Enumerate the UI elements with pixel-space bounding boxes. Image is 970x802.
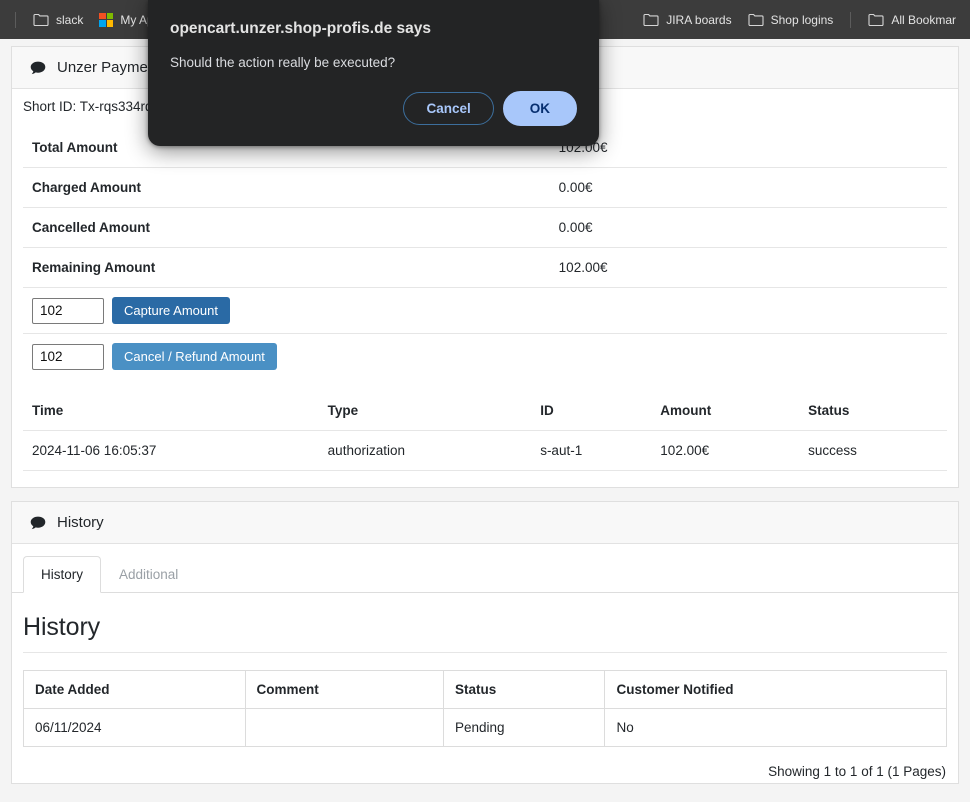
bookmarks-divider: [850, 11, 852, 28]
column-header-status: Status: [442, 670, 606, 709]
column-header-time: Time: [23, 393, 319, 431]
dialog-message: Should the action really be executed?: [170, 54, 396, 70]
amount-label: Remaining Amount: [23, 247, 550, 287]
pagination-summary: Showing 1 to 1 of 1 (1 Pages): [768, 764, 946, 779]
bookmarks-divider: [15, 11, 16, 28]
table-row: Cancelled Amount 0.00€: [23, 207, 947, 248]
column-header-amount: Amount: [651, 393, 800, 431]
page-content: Unzer Payment Short ID: Tx-rqs334rd Tota…: [0, 39, 970, 802]
bookmark-label: All Bookmar: [891, 12, 956, 27]
comment-bubble-icon: [30, 516, 46, 529]
cell-comment: [244, 708, 444, 747]
amount-value: 0.00€: [549, 167, 947, 208]
dialog-buttons: Cancel OK: [403, 90, 577, 126]
capture-amount-button[interactable]: Capture Amount: [112, 297, 230, 324]
amount-value: 102.00€: [549, 247, 947, 287]
javascript-confirm-dialog: opencart.unzer.shop-profis.de says Shoul…: [148, 0, 599, 146]
transactions-table: Time Type ID Amount Status 2024-11-06 16…: [23, 393, 947, 471]
column-header-customer-notified: Customer Notified: [604, 670, 947, 709]
bookmark-label: Shop logins: [770, 12, 834, 27]
cell-date-added: 06/11/2024: [23, 708, 246, 747]
table-header-row: Date Added Comment Status Customer Notif…: [23, 670, 947, 709]
table-header-row: Time Type ID Amount Status: [23, 393, 947, 431]
table-row: 2024-11-06 16:05:37 authorization s-aut-…: [23, 430, 947, 471]
bookmark-label: JIRA boards: [666, 12, 732, 27]
amount-value: 0.00€: [549, 207, 947, 248]
bookmark-slack[interactable]: slack: [25, 9, 91, 31]
panel-title: Unzer Payment: [57, 59, 161, 76]
capture-amount-input[interactable]: [32, 297, 104, 324]
amounts-table: Total Amount 102.00€ Charged Amount 0.00…: [23, 128, 947, 287]
folder-icon: [643, 13, 659, 26]
history-tabs: History Additional: [12, 544, 958, 593]
amount-value: 102.00€: [558, 140, 608, 155]
bookmark-label: slack: [56, 12, 84, 27]
dialog-title: opencart.unzer.shop-profis.de says: [170, 20, 431, 37]
unzer-payment-panel-body: Total Amount 102.00€ Charged Amount 0.00…: [12, 128, 958, 487]
table-row: Charged Amount 0.00€: [23, 167, 947, 208]
column-header-type: Type: [318, 393, 532, 431]
folder-icon: [748, 13, 764, 26]
refund-row: Cancel / Refund Amount: [23, 333, 947, 379]
folder-icon: [868, 13, 884, 26]
cell-type: authorization: [318, 430, 532, 471]
cell-status: success: [799, 430, 947, 471]
cell-amount: 102.00€: [651, 430, 800, 471]
bookmark-all-bookmarks[interactable]: All Bookmar: [860, 9, 964, 31]
amount-label: Cancelled Amount: [23, 207, 550, 248]
history-tab-pane: History Date Added Comment Status Custom…: [12, 593, 958, 783]
cell-status: Pending: [442, 708, 606, 747]
amount-label: Charged Amount: [23, 167, 550, 208]
ok-button[interactable]: OK: [502, 90, 577, 126]
bookmark-jira-boards[interactable]: JIRA boards: [635, 9, 739, 31]
panel-title: History: [57, 514, 104, 531]
capture-row: Capture Amount: [23, 287, 947, 333]
comment-bubble-icon: [30, 61, 46, 74]
history-table: Date Added Comment Status Customer Notif…: [23, 670, 947, 747]
history-panel-header: History: [12, 502, 958, 544]
column-header-id: ID: [531, 393, 652, 431]
column-header-comment: Comment: [244, 670, 444, 709]
cancel-refund-amount-button[interactable]: Cancel / Refund Amount: [112, 343, 277, 370]
bookmark-shop-logins[interactable]: Shop logins: [740, 9, 842, 31]
microsoft-icon: [99, 12, 114, 27]
tab-history[interactable]: History: [23, 556, 102, 593]
table-row: Remaining Amount 102.00€: [23, 247, 947, 287]
folder-icon: [33, 13, 49, 26]
cell-id: s-aut-1: [531, 430, 652, 471]
page-title: History: [23, 613, 947, 653]
column-header-status: Status: [799, 393, 947, 431]
column-header-date-added: Date Added: [23, 670, 246, 709]
table-row: 06/11/2024 Pending No: [23, 708, 947, 747]
cell-customer-notified: No: [604, 708, 947, 747]
cell-time: 2024-11-06 16:05:37: [23, 430, 319, 471]
history-panel: History History Additional History Date …: [11, 501, 959, 784]
tab-additional[interactable]: Additional: [101, 556, 196, 593]
refund-amount-input[interactable]: [32, 343, 104, 370]
cancel-button[interactable]: Cancel: [403, 91, 494, 125]
